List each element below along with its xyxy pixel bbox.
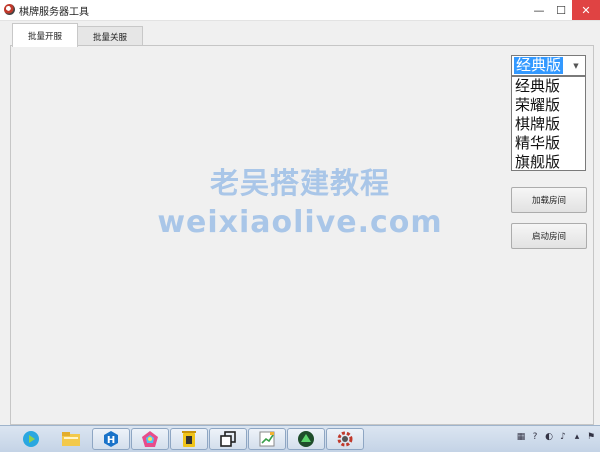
file-explorer-icon[interactable] xyxy=(52,428,90,450)
green-app-icon[interactable] xyxy=(287,428,325,450)
title-bar[interactable]: 棋牌服务器工具 — ☐ ✕ xyxy=(0,0,600,21)
dropdown-option[interactable]: 旗舰版 xyxy=(512,153,585,172)
close-button[interactable]: ✕ xyxy=(572,0,600,20)
dropdown-option[interactable]: 经典版 xyxy=(512,77,585,96)
chevron-down-icon[interactable]: ▼ xyxy=(570,58,582,73)
start-rooms-button[interactable]: 启动房间 xyxy=(511,223,587,249)
minimize-button[interactable]: — xyxy=(528,0,550,20)
trash-app-icon[interactable] xyxy=(170,428,208,450)
tab-batch-stop[interactable]: 批量关服 xyxy=(77,26,143,46)
window-switch-icon[interactable] xyxy=(209,428,247,450)
tab-panel xyxy=(10,45,594,425)
version-dropdown: 经典版 荣耀版 棋牌版 精华版 旗舰版 xyxy=(511,76,586,171)
dropdown-option[interactable]: 精华版 xyxy=(512,134,585,153)
version-combo[interactable]: 经典版 ▼ xyxy=(511,55,586,76)
app-window: 棋牌服务器工具 — ☐ ✕ 批量开服 批量关服 经典版 ▼ 经典版 荣耀版 棋牌… xyxy=(0,0,600,425)
flag-icon[interactable]: ⚑ xyxy=(586,432,596,442)
app-icon xyxy=(4,4,15,15)
volume-icon[interactable]: ♪ xyxy=(558,432,568,442)
svg-text:H: H xyxy=(107,435,115,446)
help-icon[interactable]: ? xyxy=(530,432,540,442)
keyboard-icon[interactable]: ▦ xyxy=(516,432,526,442)
editor-icon[interactable] xyxy=(248,428,286,450)
system-tray: ▦ ? ◐ ♪ ▴ ⚑ xyxy=(516,432,596,442)
signal-icon[interactable]: ▴ xyxy=(572,432,582,442)
combo-selected-value: 经典版 xyxy=(514,56,564,74)
tab-batch-start[interactable]: 批量开服 xyxy=(12,23,78,47)
network-icon[interactable]: ◐ xyxy=(544,432,554,442)
window-controls: — ☐ ✕ xyxy=(528,0,600,20)
window-title: 棋牌服务器工具 xyxy=(19,7,89,18)
load-rooms-button[interactable]: 加载房间 xyxy=(511,187,587,213)
gear-app-icon[interactable] xyxy=(326,428,364,450)
taskbar: H ▦ ? ◐ ♪ ▴ ⚑ xyxy=(0,425,600,452)
dropdown-option[interactable]: 荣耀版 xyxy=(512,96,585,115)
media-player-icon[interactable] xyxy=(12,428,50,450)
colorful-app-icon[interactable] xyxy=(131,428,169,450)
h-app-icon[interactable]: H xyxy=(92,428,130,450)
maximize-button[interactable]: ☐ xyxy=(550,0,572,20)
dropdown-option[interactable]: 棋牌版 xyxy=(512,115,585,134)
